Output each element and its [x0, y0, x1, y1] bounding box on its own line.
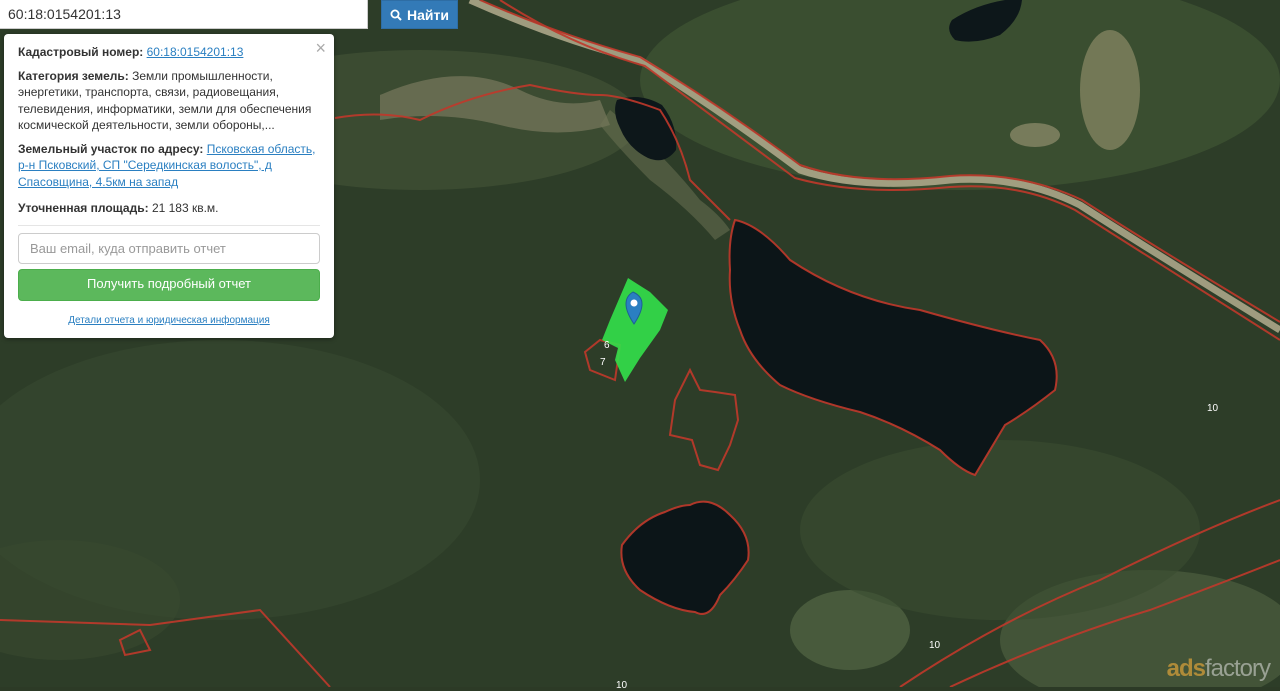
area-value: 21 183 кв.м. [151, 201, 219, 215]
search-bar: Найти [0, 0, 458, 29]
parcel-number: 6 [604, 340, 610, 351]
close-icon[interactable]: × [315, 38, 326, 58]
parcel-number: 7 [600, 357, 606, 368]
address-label: Земельный участок по адресу: [18, 141, 204, 156]
report-details-link[interactable]: Детали отчета и юридическая информация [68, 315, 270, 326]
watermark-factory: factory [1204, 655, 1271, 682]
parcel-number: 10 [616, 680, 628, 691]
search-button[interactable]: Найти [381, 0, 458, 29]
area-label: Уточненная площадь: [18, 201, 149, 215]
category-row: Категория земель: Земли промышленности, … [18, 68, 320, 134]
cadastral-label: Кадастровый номер: [18, 45, 144, 59]
divider [18, 224, 320, 226]
cadastral-link[interactable]: 60:18:0154201:13 [147, 45, 244, 59]
address-row: Земельный участок по адресу: Псковская о… [18, 141, 320, 191]
email-field[interactable] [18, 232, 320, 264]
parcel-number: 10 [1207, 403, 1219, 414]
area-row: Уточненная площадь: 21 183 кв.м. [18, 200, 320, 217]
cadastral-row: Кадастровый номер: 60:18:0154201:13 [18, 44, 320, 61]
search-input[interactable] [0, 0, 368, 29]
watermark-logo: ads factory [1166, 655, 1271, 683]
search-icon [390, 9, 402, 21]
parcel-number: 10 [929, 640, 941, 651]
watermark-ads: ads [1166, 655, 1206, 682]
search-button-label: Найти [407, 6, 449, 23]
category-label: Категория земель: [18, 68, 129, 83]
parcel-info-popup: × Кадастровый номер: 60:18:0154201:13 Ка… [4, 34, 334, 338]
details-link-wrap: Детали отчета и юридическая информация [18, 313, 320, 330]
get-report-button[interactable]: Получить подробный отчет [18, 268, 320, 301]
